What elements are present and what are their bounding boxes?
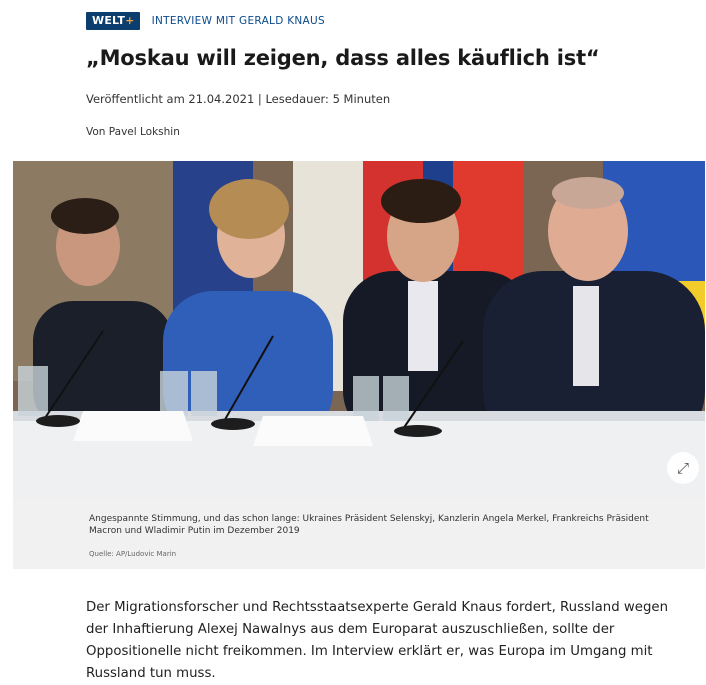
article-kicker: INTERVIEW MIT GERALD KNAUS (151, 15, 325, 27)
photo-caption-box: Angespannte Stimmung, und das schon lang… (13, 498, 705, 569)
article-lead: Der Migrationsforscher und Rechtsstaatse… (86, 600, 668, 681)
photo-illustration (13, 161, 705, 498)
welt-plus-logo[interactable]: WELT+ (86, 12, 140, 30)
article-author[interactable]: Von Pavel Lokshin (86, 126, 180, 138)
article-kicker-row: WELT+ INTERVIEW MIT GERALD KNAUS (86, 12, 325, 30)
article-photo[interactable]: ⤢ (13, 161, 705, 498)
photo-source: Quelle: AP/Ludovic Marin (89, 550, 177, 558)
expand-icon[interactable]: ⤢ (667, 452, 699, 484)
article-headline: „Moskau will zeigen, dass alles käuflich… (86, 46, 600, 70)
photo-caption: Angespannte Stimmung, und das schon lang… (89, 514, 649, 536)
article-meta: Veröffentlicht am 21.04.2021 | Lesedauer… (86, 92, 391, 106)
